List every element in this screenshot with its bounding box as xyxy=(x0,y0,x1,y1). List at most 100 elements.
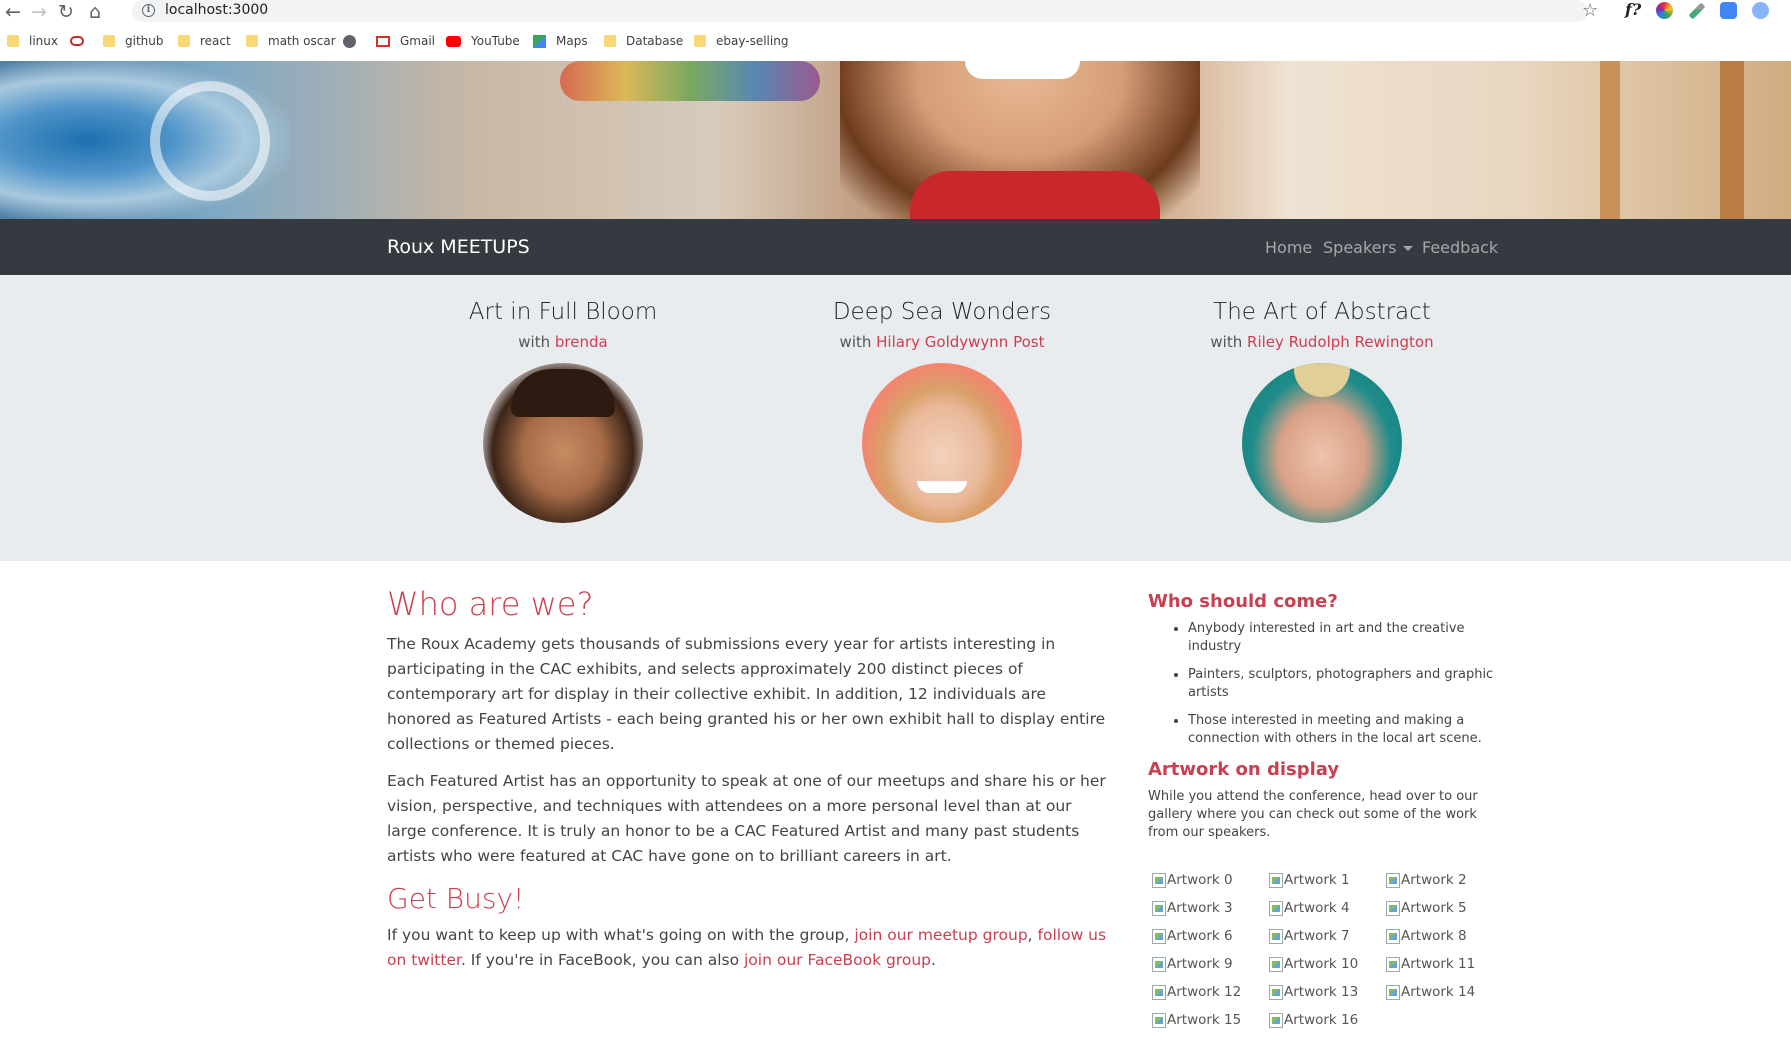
bookmark-globe[interactable] xyxy=(343,31,366,51)
get-busy-paragraph: If you want to keep up with what's going… xyxy=(387,926,1107,969)
meetup-title: Art in Full Bloom xyxy=(468,299,658,325)
reload-icon[interactable]: ↻ xyxy=(55,1,77,23)
bookmark-ebay-selling[interactable]: ebay-selling xyxy=(694,31,788,51)
folder-icon xyxy=(604,35,616,47)
artwork-thumbnail[interactable]: Artwork 5 xyxy=(1386,900,1467,916)
broken-image-icon xyxy=(1269,872,1283,888)
artwork-thumbnail[interactable]: Artwork 11 xyxy=(1386,956,1475,972)
bookmarks-bar: linux github react math oscar Gmail YouT… xyxy=(0,28,1791,54)
nav-link-feedback[interactable]: Feedback xyxy=(1422,238,1498,257)
broken-image-icon xyxy=(1269,900,1283,916)
artwork-thumbnail[interactable]: Artwork 15 xyxy=(1152,1012,1241,1028)
main-content: Who are we? The Roux Academy gets thousa… xyxy=(387,584,1107,985)
forward-arrow-icon[interactable]: → xyxy=(28,1,50,23)
bookmark-math-oscar[interactable]: math oscar xyxy=(246,31,336,51)
artwork-thumbnail[interactable]: Artwork 14 xyxy=(1386,984,1475,1000)
nav-link-home[interactable]: Home xyxy=(1265,238,1312,257)
speaker-name-link[interactable]: Riley Rudolph Rewington xyxy=(1247,333,1434,351)
intro-paragraph: The Roux Academy gets thousands of submi… xyxy=(387,635,1106,753)
artwork-thumbnail[interactable]: Artwork 12 xyxy=(1152,984,1241,1000)
speaker-byline: with brenda xyxy=(518,333,608,351)
list-item: Anybody interested in art and the creati… xyxy=(1188,620,1500,656)
artwork-thumbnail[interactable]: Artwork 1 xyxy=(1269,872,1350,888)
artwork-thumbnail[interactable]: Artwork 0 xyxy=(1152,872,1233,888)
globe-icon xyxy=(343,34,356,48)
list-item: Those interested in meeting and making a… xyxy=(1188,712,1500,748)
youtube-icon xyxy=(446,35,461,47)
meetup-title: The Art of Abstract xyxy=(1213,299,1431,325)
address-bar[interactable]: i localhost:3000 xyxy=(132,0,1588,22)
artwork-thumbnail[interactable]: Artwork 2 xyxy=(1386,872,1467,888)
bookmark-maps[interactable]: Maps xyxy=(533,31,588,51)
speaker-avatar[interactable] xyxy=(862,363,1022,523)
painting-shape xyxy=(150,81,270,201)
folder-icon xyxy=(694,35,706,47)
get-busy-heading: Get Busy! xyxy=(387,882,525,915)
navbar-brand[interactable]: Roux MEETUPS xyxy=(387,236,530,258)
nav-link-speakers[interactable]: Speakers xyxy=(1323,238,1414,257)
easel-shape xyxy=(1600,61,1620,219)
info-extension-icon[interactable] xyxy=(1752,2,1769,19)
folder-icon xyxy=(7,35,19,47)
bookmark-github[interactable]: github xyxy=(103,31,163,51)
folder-icon xyxy=(103,35,115,47)
broken-image-icon xyxy=(1152,956,1166,972)
meetup-group-link[interactable]: join our meetup group xyxy=(854,926,1027,944)
artwork-thumbnail[interactable]: Artwork 3 xyxy=(1152,900,1233,916)
folder-icon xyxy=(246,35,258,47)
artwork-thumbnail[interactable]: Artwork 6 xyxy=(1152,928,1233,944)
artwork-thumbnail[interactable]: Artwork 8 xyxy=(1386,928,1467,944)
red-top-shape xyxy=(910,171,1160,219)
artwork-thumbnail[interactable]: Artwork 4 xyxy=(1269,900,1350,916)
translate-extension-icon[interactable] xyxy=(1720,2,1737,19)
hair-shape xyxy=(511,369,615,417)
speaker-card: Deep Sea Wonders with Hilary Goldywynn P… xyxy=(752,295,1132,523)
broken-image-icon xyxy=(1269,956,1283,972)
who-should-come-heading: Who should come? xyxy=(1148,591,1338,612)
meetup-title: Deep Sea Wonders xyxy=(832,299,1052,325)
artwork-heading: Artwork on display xyxy=(1148,759,1340,780)
color-picker-extension-icon[interactable] xyxy=(1656,2,1673,19)
speaker-card: Art in Full Bloom with brenda xyxy=(373,295,753,523)
broken-image-icon xyxy=(1269,928,1283,944)
facebook-group-link[interactable]: join our FaceBook group xyxy=(744,951,931,969)
broken-image-icon xyxy=(1386,984,1400,1000)
smile-shape xyxy=(917,481,967,493)
speaker-byline: with Hilary Goldywynn Post xyxy=(839,333,1045,351)
back-arrow-icon[interactable]: ← xyxy=(2,1,24,23)
url-text[interactable]: localhost:3000 xyxy=(165,2,268,18)
bookmark-gmail[interactable]: Gmail xyxy=(376,31,435,51)
artwork-thumbnail[interactable]: Artwork 10 xyxy=(1269,956,1358,972)
artwork-thumbnail[interactable]: Artwork 7 xyxy=(1269,928,1350,944)
broken-image-icon xyxy=(1152,1012,1166,1028)
audience-list: Anybody interested in art and the creati… xyxy=(1188,620,1500,748)
broken-image-icon xyxy=(1386,928,1400,944)
bookmark-linux[interactable]: linux xyxy=(7,31,58,51)
gmail-icon xyxy=(376,35,390,47)
maps-icon xyxy=(533,34,546,48)
speaker-avatar[interactable] xyxy=(1242,363,1402,523)
broken-image-icon xyxy=(1386,956,1400,972)
speaker-name-link[interactable]: brenda xyxy=(555,333,608,351)
artwork-description: While you attend the conference, head ov… xyxy=(1148,789,1478,840)
broken-image-icon xyxy=(1386,872,1400,888)
bookmark-app[interactable] xyxy=(70,31,94,51)
bookmark-star-icon[interactable]: ☆ xyxy=(1582,0,1598,21)
home-icon[interactable]: ⌂ xyxy=(84,1,106,23)
eyedropper-extension-icon[interactable] xyxy=(1688,2,1706,20)
artwork-thumbnail[interactable]: Artwork 13 xyxy=(1269,984,1358,1000)
easel-shape xyxy=(1720,61,1744,219)
bookmark-database[interactable]: Database xyxy=(604,31,683,51)
broken-image-icon xyxy=(1152,872,1166,888)
artwork-thumbnail[interactable]: Artwork 9 xyxy=(1152,956,1233,972)
formula-extension-icon[interactable]: f? xyxy=(1625,0,1641,19)
artwork-thumbnail[interactable]: Artwork 16 xyxy=(1269,1012,1358,1028)
speaker-card: The Art of Abstract with Riley Rudolph R… xyxy=(1132,295,1512,523)
bookmark-react[interactable]: react xyxy=(178,31,231,51)
app-icon xyxy=(70,36,84,46)
speaker-avatar[interactable] xyxy=(483,363,643,523)
nav-link-speakers-label: Speakers xyxy=(1323,238,1397,257)
bookmark-youtube[interactable]: YouTube xyxy=(446,31,520,51)
speaker-name-link[interactable]: Hilary Goldywynn Post xyxy=(876,333,1044,351)
info-icon[interactable]: i xyxy=(142,4,155,17)
